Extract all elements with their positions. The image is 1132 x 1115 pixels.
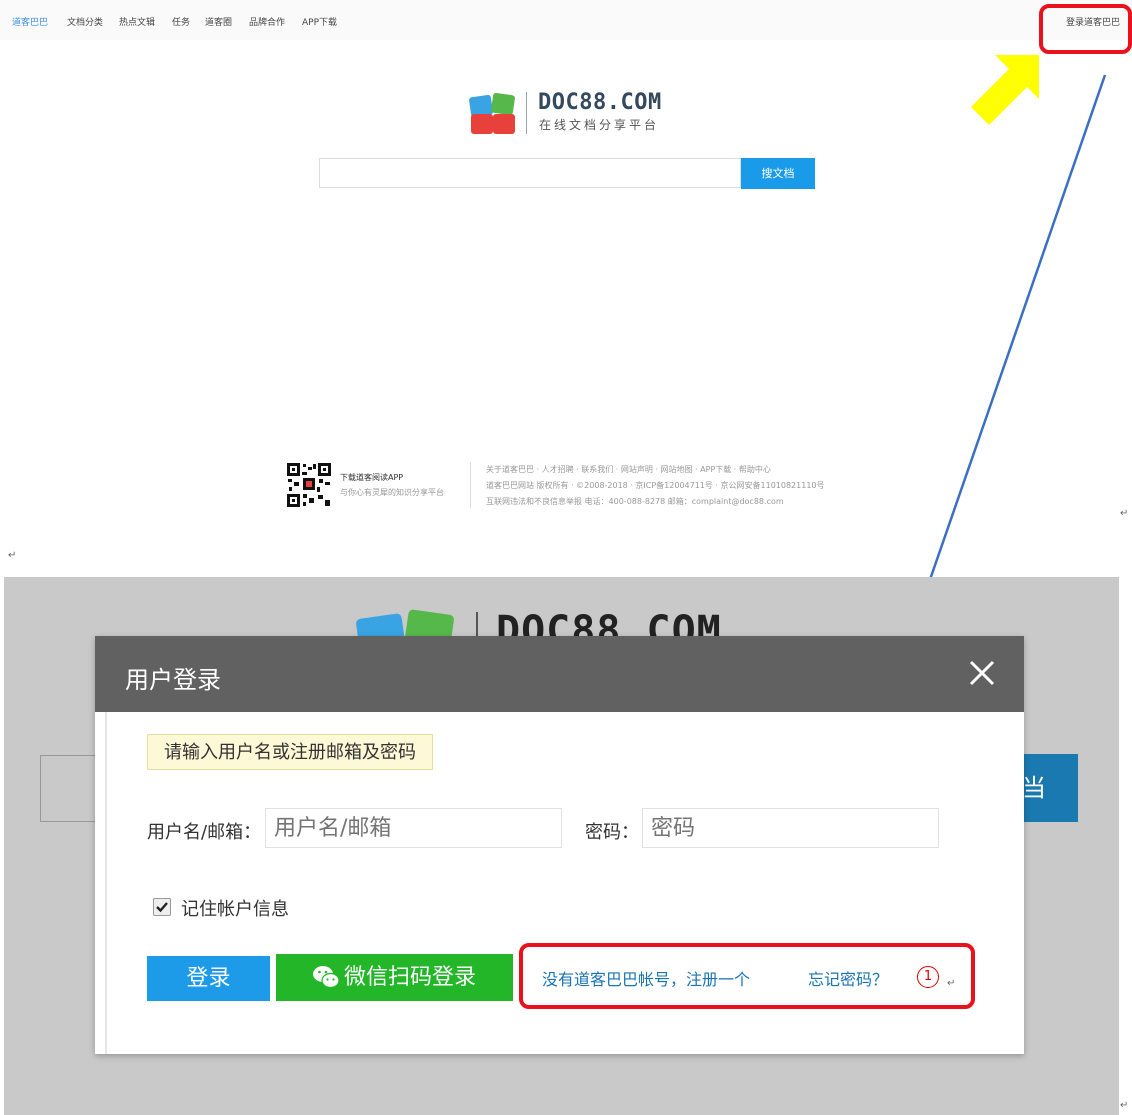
background-search-button: 当 [1020,754,1078,822]
footer-app-subtitle: 与你心有灵犀的知识分享平台 [340,488,444,497]
remember-checkbox-icon[interactable] [153,898,171,916]
nav-item-hot[interactable]: 热点文辑 [119,15,155,28]
logo-tiles-icon [469,92,515,134]
password-label: 密码： [585,822,639,843]
login-button[interactable]: 登录 [147,956,270,1001]
close-icon[interactable] [967,654,997,692]
nav-item-app[interactable]: APP下载 [302,15,337,28]
modal-title: 用户登录 [125,666,221,694]
blue-arrow-icon [906,74,1107,629]
login-hint: 请输入用户名或注册邮箱及密码 [147,734,433,770]
modal-header: 用户登录 [95,636,1024,712]
remember-label: 记住帐户信息 [181,899,289,920]
search-input[interactable] [319,158,741,188]
footer-contact: 互联网违法和不良信息举报 电话：400-088-8278 邮箱：complain… [486,497,784,506]
annotation-highlight-login [1039,4,1132,54]
return-mark-icon: ↵ [1120,1100,1129,1111]
background-search-input [40,755,100,822]
nav-item-home[interactable]: 道客巴巴 [12,15,48,28]
annotation-highlight-register [519,943,975,1009]
footer-copyright: 道客巴巴网站 版权所有 · ©2008-2018 · 京ICP备12004711… [486,481,825,490]
password-input[interactable] [642,808,939,848]
return-mark-icon: ↵ [8,550,17,561]
footer-app-title: 下载道客阅读APP [340,473,404,482]
nav-item-tasks[interactable]: 任务 [172,15,190,28]
search-button[interactable]: 搜文档 [741,158,815,189]
footer-links[interactable]: 关于道客巴巴 · 人才招聘 · 联系我们 · 网站声明 · 网站地图 · APP… [486,464,771,475]
wechat-login-button[interactable]: 微信扫码登录 [276,954,513,1001]
logo-subtitle: 在线文档分享平台 [539,118,660,132]
logo-text: DOC88.COM [538,90,662,115]
top-nav-bar: 道客巴巴 文档分类 热点文辑 任务 道客圈 品牌合作 APP下载 登录道客巴巴 [0,0,1132,40]
nav-item-categories[interactable]: 文档分类 [67,15,103,28]
logo: DOC88.COM 在线文档分享平台 [468,88,678,138]
return-mark-icon: ↵ [1120,508,1129,519]
qr-code-icon [286,462,332,508]
nav-item-circle[interactable]: 道客圈 [205,15,232,28]
username-label: 用户名/邮箱： [147,822,262,843]
wechat-icon [313,966,340,989]
wechat-button-label: 微信扫码登录 [344,965,477,990]
username-input[interactable] [265,808,562,848]
nav-item-brand[interactable]: 品牌合作 [249,15,285,28]
